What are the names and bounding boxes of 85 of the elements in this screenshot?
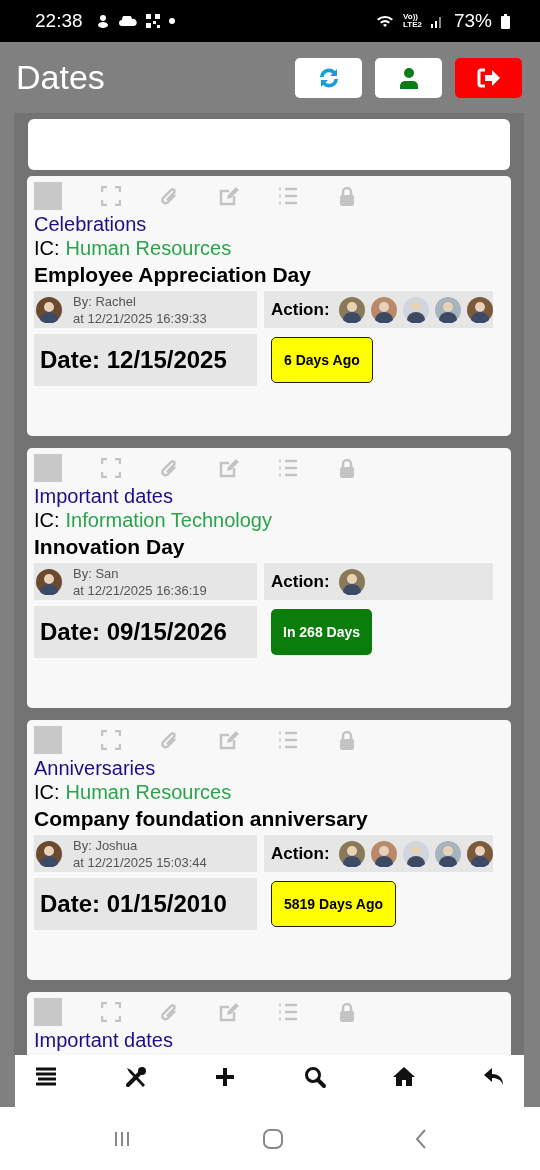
numbered-list-icon[interactable] — [278, 1002, 298, 1022]
avatar-icon — [338, 840, 365, 867]
battery-percent: 73% — [453, 10, 492, 32]
created-time: at 12/21/2025 16:39:33 — [73, 309, 207, 327]
ic-label: IC: — [34, 237, 60, 259]
action-label: Action: — [271, 299, 330, 320]
event-date: Date: 12/15/2025 — [34, 334, 257, 386]
lock-icon[interactable] — [337, 730, 357, 750]
avatar-icon — [36, 840, 62, 867]
network-label: LTE2 — [403, 21, 422, 29]
menu-icon[interactable] — [34, 1065, 58, 1089]
edit-icon[interactable] — [219, 458, 239, 478]
qr-code-icon — [145, 14, 160, 28]
home-nav-icon[interactable] — [262, 1127, 284, 1150]
avatar-icon — [338, 296, 365, 323]
signal-icon — [430, 14, 443, 28]
event-title: Company foundation anniversary — [34, 806, 369, 832]
search-field[interactable] — [28, 119, 510, 170]
avatar-icon — [36, 296, 62, 323]
ic-label: IC: — [34, 509, 60, 531]
select-checkbox[interactable] — [34, 454, 62, 482]
avatar-icon — [370, 296, 397, 323]
event-date: Date: 01/15/2010 — [34, 878, 257, 930]
numbered-list-icon[interactable] — [278, 458, 298, 478]
select-checkbox[interactable] — [34, 726, 62, 754]
avatar-icon — [466, 296, 493, 323]
profile-button[interactable] — [375, 57, 442, 98]
category-link[interactable]: Celebrations — [34, 212, 504, 236]
category-link[interactable]: Important dates — [34, 484, 504, 508]
category-link[interactable]: Important dates — [34, 1028, 504, 1052]
page-title: Dates — [16, 58, 105, 97]
logout-button[interactable] — [455, 57, 522, 98]
select-checkbox[interactable] — [34, 182, 62, 210]
avatar-icon — [402, 840, 429, 867]
action-label: Action: — [271, 843, 330, 864]
lock-icon[interactable] — [337, 1002, 357, 1022]
select-checkbox[interactable] — [34, 998, 62, 1026]
back-nav-icon[interactable] — [414, 1127, 428, 1150]
expand-icon[interactable] — [101, 1002, 121, 1022]
avatar-icon — [402, 296, 429, 323]
cloud-icon — [118, 16, 137, 26]
lock-icon[interactable] — [337, 458, 357, 478]
avatar-icon — [466, 840, 493, 867]
event-title: Employee Appreciation Day — [34, 262, 312, 288]
event-title: Innovation Day — [34, 534, 186, 560]
ic-department: Human Resources — [65, 781, 232, 803]
action-label: Action: — [271, 571, 330, 592]
numbered-list-icon[interactable] — [278, 186, 298, 206]
days-status: 5819 Days Ago — [271, 881, 397, 927]
ic-label: IC: — [34, 781, 60, 803]
author-name: By: San — [73, 564, 120, 582]
user-icon — [397, 66, 420, 89]
wifi-icon — [376, 14, 394, 28]
ic-department: Human Resources — [65, 237, 232, 259]
expand-icon[interactable] — [101, 458, 121, 478]
event-date: Date: 09/15/2026 — [34, 606, 257, 658]
avatar-icon — [338, 568, 365, 595]
expand-icon[interactable] — [101, 730, 121, 750]
home-icon[interactable] — [392, 1065, 417, 1089]
author-name: By: Rachel — [73, 292, 137, 310]
avatar-icon — [36, 568, 62, 595]
category-link[interactable]: Anniversaries — [34, 756, 504, 780]
status-time: 22:38 — [35, 10, 83, 32]
numbered-list-icon[interactable] — [278, 730, 298, 750]
edit-icon[interactable] — [219, 186, 239, 206]
avatar-icon — [370, 840, 397, 867]
created-time: at 12/21/2025 15:03:44 — [73, 853, 207, 871]
dot-icon — [168, 18, 175, 24]
days-status: In 268 Days — [271, 609, 373, 655]
edit-icon[interactable] — [219, 1002, 239, 1022]
expand-icon[interactable] — [101, 186, 121, 206]
search-icon[interactable] — [302, 1065, 327, 1089]
volte-label: Vo)) — [403, 13, 418, 21]
logout-icon — [475, 66, 502, 89]
days-status: 6 Days Ago — [271, 337, 373, 383]
ic-department: Information Technology — [65, 509, 272, 531]
edit-icon[interactable] — [219, 730, 239, 750]
tools-icon[interactable] — [123, 1065, 148, 1089]
refresh-button[interactable] — [295, 57, 362, 98]
avatar-icon — [434, 296, 461, 323]
battery-icon — [501, 13, 510, 29]
created-time: at 12/21/2025 16:36:19 — [73, 581, 207, 599]
avatar-icon — [434, 840, 461, 867]
lock-icon[interactable] — [337, 186, 357, 206]
author-name: By: Joshua — [73, 836, 139, 854]
